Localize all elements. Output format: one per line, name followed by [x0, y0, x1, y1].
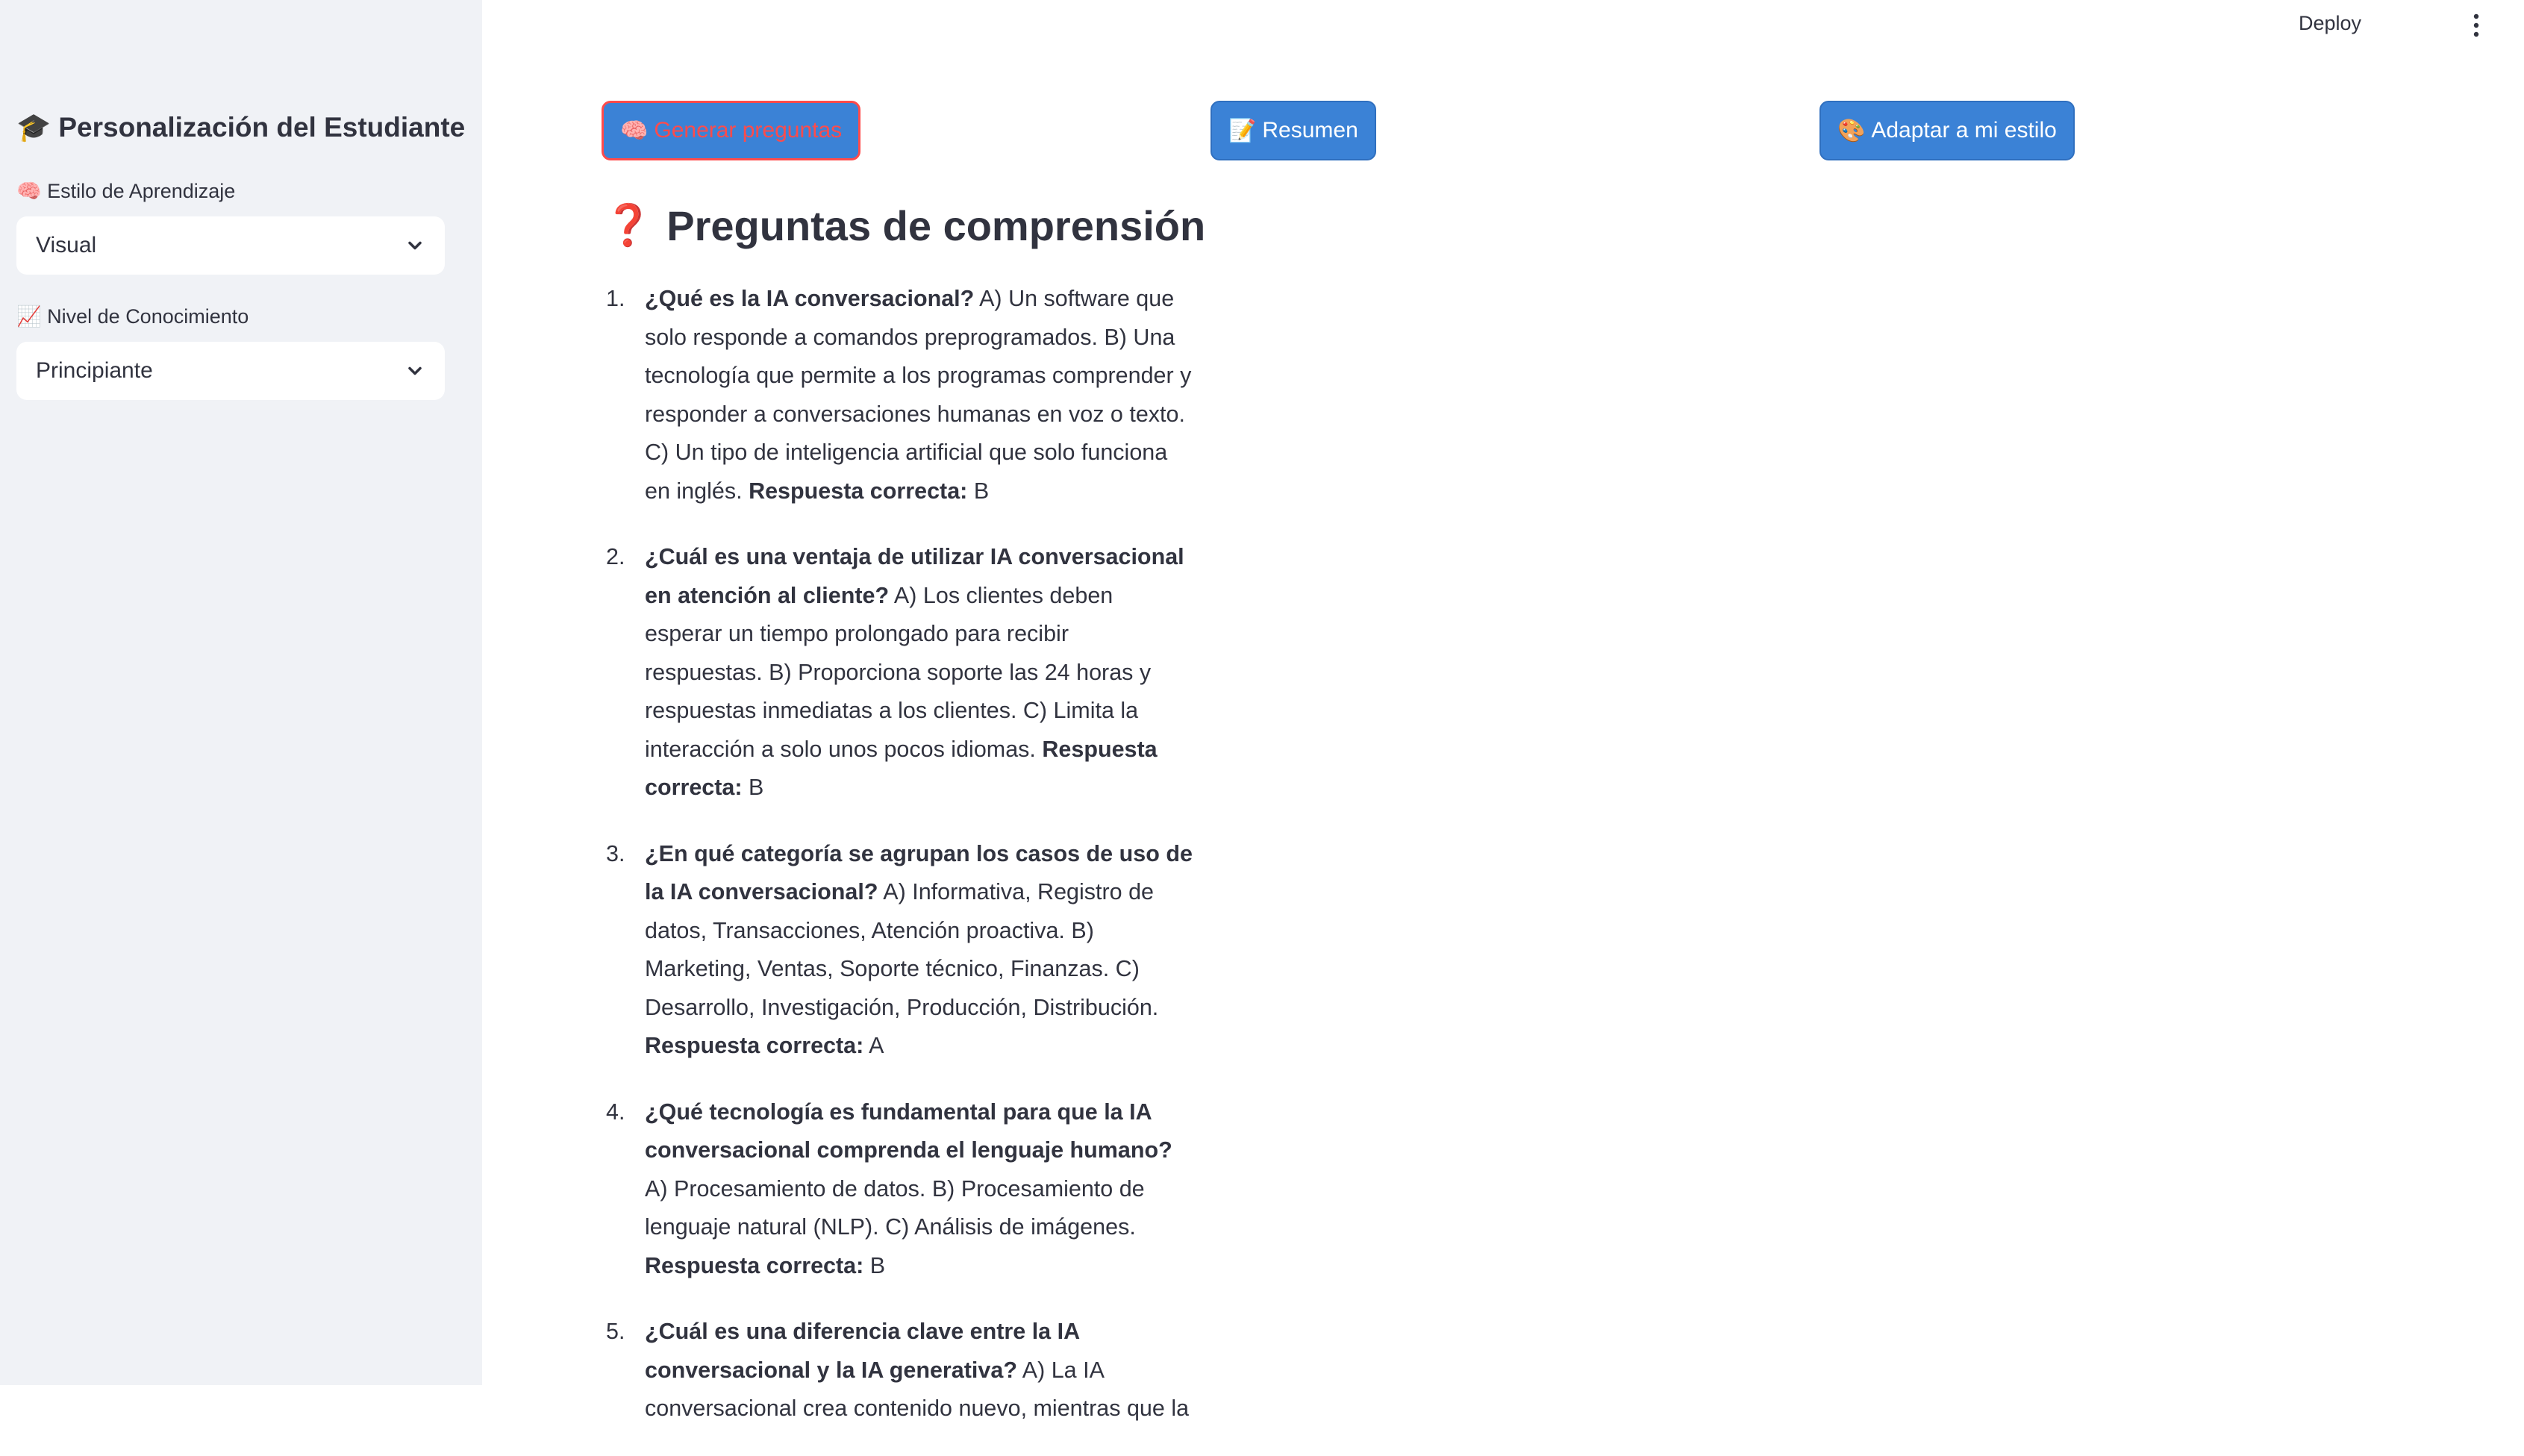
- section-title: Preguntas de comprensión: [666, 202, 1206, 249]
- summary-button[interactable]: 📝 Resumen: [1211, 101, 1376, 160]
- palette-icon: 🎨: [1837, 118, 1866, 143]
- kebab-menu-icon[interactable]: [2472, 13, 2481, 37]
- list-item: 4. ¿Qué tecnología es fundamental para q…: [603, 1093, 1193, 1286]
- adapt-style-button[interactable]: 🎨 Adaptar a mi estilo: [1819, 101, 2075, 160]
- question-number: 3.: [606, 840, 625, 866]
- sidebar: 🎓 Personalización del Estudiante 🧠 Estil…: [0, 0, 482, 1385]
- question-options: A) Procesamiento de datos. B) Procesamie…: [645, 1175, 1145, 1240]
- memo-icon: 📝: [1228, 118, 1257, 143]
- question-options: A) Un software que solo responde a coman…: [645, 286, 1192, 504]
- question-options: A) Los clientes deben esperar un tiempo …: [645, 582, 1152, 762]
- knowledge-level-label: 📈 Nivel de Conocimiento: [16, 304, 249, 328]
- brain-icon: 🧠: [16, 180, 42, 202]
- question-number: 4.: [606, 1099, 625, 1125]
- sidebar-title: 🎓 Personalización del Estudiante: [16, 112, 465, 144]
- learning-style-value: Visual: [36, 233, 97, 257]
- generate-questions-label: Generar preguntas: [654, 118, 843, 143]
- section-heading: ❓ Preguntas de comprensión: [603, 201, 1205, 250]
- learning-style-select[interactable]: Visual: [16, 216, 445, 275]
- brain-icon: 🧠: [620, 118, 649, 143]
- question-number: 5.: [606, 1319, 625, 1344]
- sidebar-title-text: Personalización del Estudiante: [58, 112, 466, 143]
- learning-style-label: 🧠 Estilo de Aprendizaje: [16, 179, 235, 203]
- chevron-down-icon: [408, 241, 422, 250]
- questions-list: 1. ¿Qué es la IA conversacional? A) Un s…: [603, 280, 1193, 1456]
- generate-questions-button[interactable]: 🧠 Generar preguntas: [602, 101, 861, 160]
- question-text: ¿Qué es la IA conversacional?: [645, 286, 975, 311]
- question-text: ¿Qué tecnología es fundamental para que …: [645, 1099, 1172, 1163]
- summary-label: Resumen: [1262, 118, 1358, 143]
- answer-label: Respuesta correcta:: [645, 1033, 864, 1058]
- answer-value: A: [869, 1033, 884, 1058]
- knowledge-level-value: Principiante: [36, 358, 153, 383]
- graduation-cap-icon: 🎓: [16, 112, 51, 143]
- knowledge-level-label-text: Nivel de Conocimiento: [47, 305, 249, 328]
- deploy-button[interactable]: Deploy: [2299, 12, 2361, 35]
- chart-increasing-icon: 📈: [16, 305, 42, 328]
- question-mark-icon: ❓: [603, 203, 654, 248]
- list-item: 2. ¿Cuál es una ventaja de utilizar IA c…: [603, 538, 1193, 807]
- question-number: 1.: [606, 286, 625, 311]
- knowledge-level-select[interactable]: Principiante: [16, 342, 445, 400]
- adapt-style-label: Adaptar a mi estilo: [1871, 118, 2057, 143]
- list-item: 5. ¿Cuál es una diferencia clave entre l…: [603, 1313, 1193, 1428]
- list-item: 3. ¿En qué categoría se agrupan los caso…: [603, 835, 1193, 1066]
- answer-value: B: [869, 1252, 886, 1278]
- list-item: 1. ¿Qué es la IA conversacional? A) Un s…: [603, 280, 1193, 510]
- answer-label: Respuesta correcta:: [749, 478, 968, 504]
- answer-value: B: [749, 775, 764, 800]
- question-text: ¿Cuál es una diferencia clave entre la I…: [645, 1319, 1079, 1383]
- learning-style-label-text: Estilo de Aprendizaje: [47, 180, 236, 202]
- answer-label: Respuesta correcta:: [645, 1252, 864, 1278]
- answer-value: B: [973, 478, 990, 504]
- question-number: 2.: [606, 544, 625, 569]
- chevron-down-icon: [408, 366, 422, 375]
